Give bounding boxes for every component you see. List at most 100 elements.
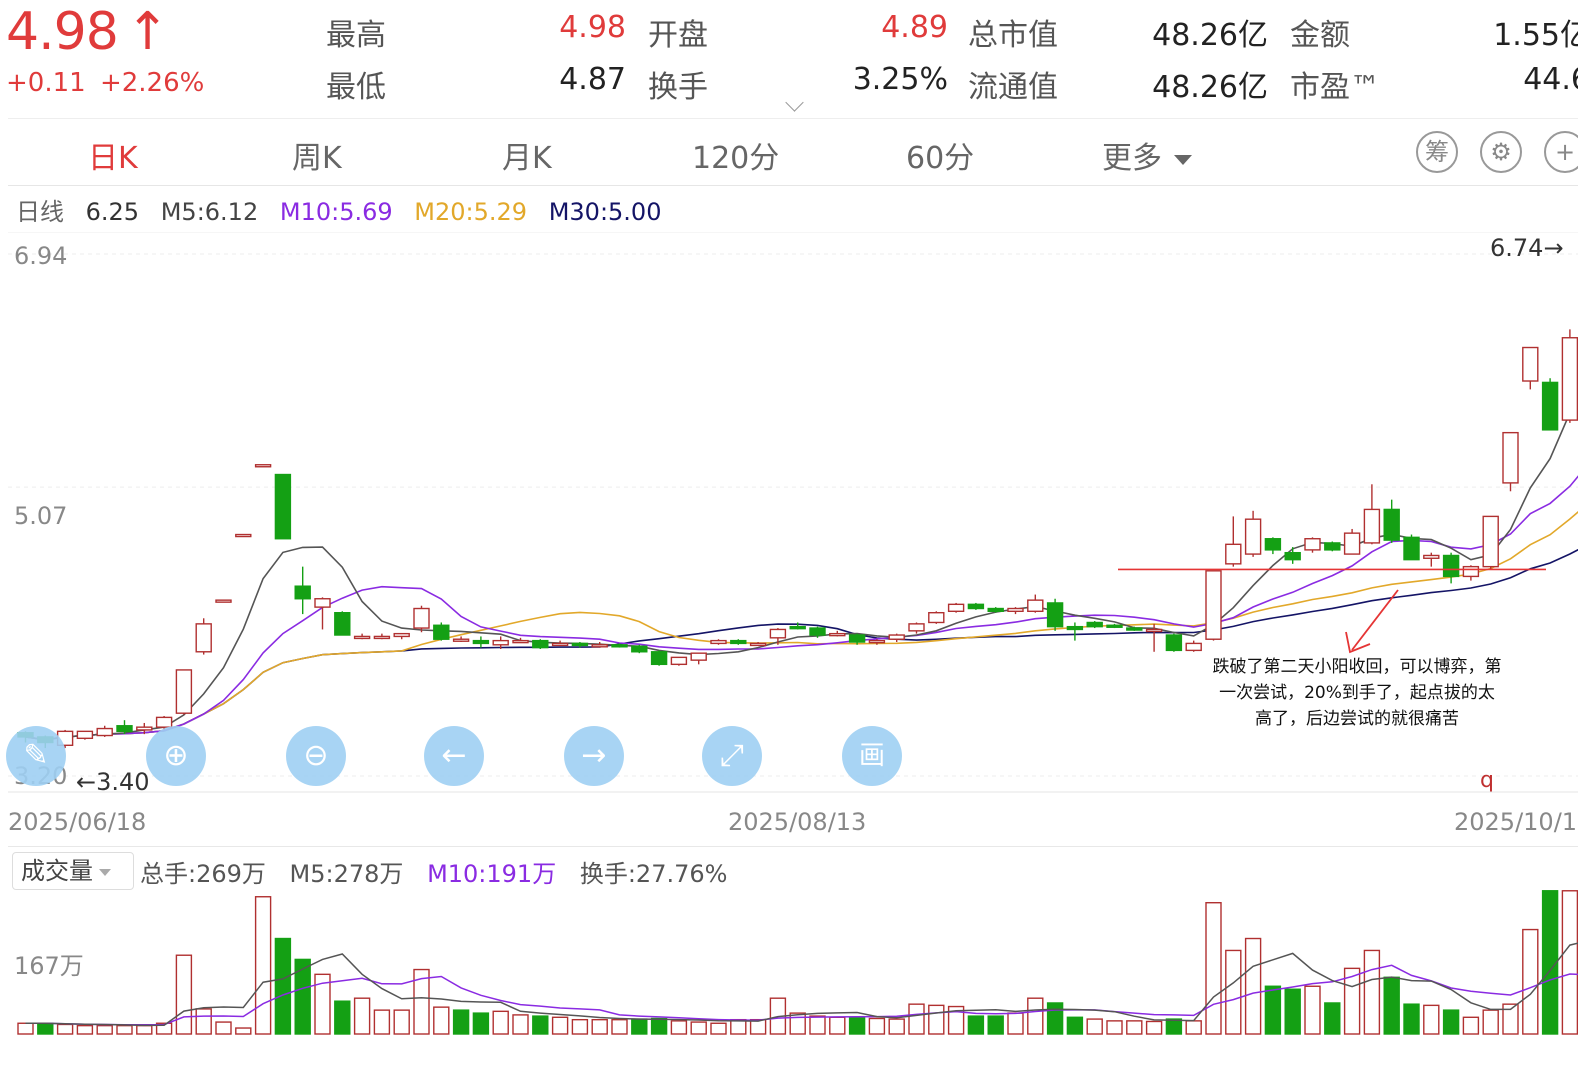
quote-label: 金额 xyxy=(1290,18,1350,53)
candle-body xyxy=(195,623,212,653)
x-tick-start: 2025/06/18 xyxy=(8,808,147,836)
candle-body xyxy=(1284,551,1301,561)
candle-body xyxy=(769,628,787,639)
volume-bar xyxy=(571,1018,589,1035)
candle-body xyxy=(1106,624,1123,628)
quote-value: 44.6 xyxy=(1523,62,1578,97)
ma-legend: 日线 6.25 M5:6.12 M10:5.69 M20:5.29 M30:5.… xyxy=(16,192,675,227)
ma-legend-m20: M20:5.29 xyxy=(414,198,528,226)
y-tick-mid: 5.07 xyxy=(14,502,68,530)
expand-icon[interactable]: ⤢ xyxy=(702,726,762,786)
candle-body xyxy=(492,639,509,646)
volume-bar xyxy=(96,1024,113,1035)
volume-bar xyxy=(809,1015,826,1035)
volume-bar xyxy=(789,1012,806,1035)
quote-value: 4.98 xyxy=(559,10,626,45)
max-price-label: 6.74→ xyxy=(1490,234,1564,262)
candle-body xyxy=(908,623,925,632)
candle-body xyxy=(1165,634,1183,652)
candle-body xyxy=(1561,337,1578,421)
gear-icon[interactable]: ⚙ xyxy=(1480,131,1522,173)
chip-distribution-icon[interactable]: 筹 xyxy=(1416,131,1458,173)
candle-body xyxy=(1343,532,1361,555)
candle-body xyxy=(650,651,668,666)
volume-bar xyxy=(987,1015,1004,1035)
candle-body xyxy=(1403,536,1420,561)
tab-monthly-k[interactable]: 月K xyxy=(502,133,552,177)
volume-bar xyxy=(452,1009,470,1035)
tab-daily-k[interactable]: 日K xyxy=(88,133,138,177)
candle-body xyxy=(1304,538,1321,551)
volume-bar xyxy=(1482,1009,1499,1035)
candle-body xyxy=(868,639,886,644)
volume-bar xyxy=(1423,1004,1440,1035)
volume-bar xyxy=(1304,985,1321,1035)
volume-bar xyxy=(848,1017,866,1035)
candle-body xyxy=(829,632,846,637)
volume-bar xyxy=(888,1018,905,1035)
tab-more[interactable]: 更多 xyxy=(1102,133,1192,177)
x-tick-mid: 2025/08/13 xyxy=(728,808,867,836)
tab-60min[interactable]: 60分 xyxy=(906,133,974,177)
quote-label: 换手 xyxy=(648,70,708,105)
quote-value: 48.26亿 xyxy=(1152,70,1268,105)
volume-bar xyxy=(1027,997,1044,1035)
candle-body xyxy=(1066,625,1084,631)
candle-body xyxy=(888,634,905,640)
candle-body xyxy=(1007,607,1024,613)
ma-legend-m30: M30:5.00 xyxy=(548,198,662,226)
volume-chart[interactable] xyxy=(0,880,1578,1040)
candle-body xyxy=(1264,538,1282,551)
candle-body xyxy=(1225,543,1242,565)
volume-bar xyxy=(76,1024,94,1035)
price-change: +0.11 +2.26% xyxy=(6,68,205,98)
volume-bar xyxy=(1522,928,1539,1035)
arrow-left-icon[interactable]: ← xyxy=(424,726,484,786)
candle-body xyxy=(987,607,1004,613)
quote-label: 最低 xyxy=(326,70,386,105)
volume-bar xyxy=(532,1015,549,1035)
plus-icon[interactable]: + xyxy=(1544,131,1578,173)
candle-body xyxy=(512,639,529,644)
candle-body xyxy=(1363,508,1381,544)
last-price: 4.98 ↑ xyxy=(6,2,169,62)
draw-line-icon[interactable]: ✎ xyxy=(6,726,66,786)
candle-body xyxy=(215,599,232,603)
volume-bar xyxy=(215,1021,232,1035)
candle-body xyxy=(1324,542,1341,551)
volume-bar xyxy=(1106,1020,1123,1035)
candle-body xyxy=(274,473,292,540)
x-tick-end: 2025/10/1 xyxy=(1454,808,1578,836)
volume-bar xyxy=(1462,1016,1480,1035)
annotation-note: 跌破了第二天小阳收回，可以博弈，第一次尝试，20%到手了，起点拔的太高了，后边尝… xyxy=(1212,657,1502,729)
period-tab-bar: 日K 周K 月K 120分 60分 更多 筹 ⚙ + xyxy=(8,118,1578,186)
arrow-right-icon[interactable]: → xyxy=(564,726,624,786)
volume-bar xyxy=(611,1018,628,1035)
tab-weekly-k[interactable]: 周K xyxy=(292,133,342,177)
annotation-arrow xyxy=(1351,589,1399,651)
draw-icon[interactable]: 画 xyxy=(842,726,902,786)
tab-120min[interactable]: 120分 xyxy=(692,133,779,177)
candle-body xyxy=(1126,627,1143,631)
volume-bar xyxy=(136,1024,153,1035)
candle-body xyxy=(1027,599,1044,613)
volume-bar xyxy=(908,1003,925,1035)
candle-body xyxy=(1383,508,1400,541)
volume-bar xyxy=(17,1022,34,1035)
volume-bar xyxy=(1046,1002,1064,1035)
candle-body xyxy=(294,585,311,600)
volume-bar xyxy=(1244,937,1262,1035)
volume-bar xyxy=(868,1017,886,1035)
candle-body xyxy=(413,607,430,629)
volume-bar xyxy=(710,1022,727,1035)
volume-bar xyxy=(512,1014,529,1035)
quote-value: 48.26亿 xyxy=(1152,18,1268,53)
candle-body xyxy=(670,656,688,666)
zoom-out-icon[interactable]: ⊖ xyxy=(286,726,346,786)
quote-value: 3.25% xyxy=(852,62,948,97)
candle-body xyxy=(254,464,272,468)
min-price-label: ←3.40 xyxy=(76,768,150,796)
zoom-in-icon[interactable]: ⊕ xyxy=(146,726,206,786)
volume-bar xyxy=(472,1012,490,1035)
candle-body xyxy=(809,627,826,636)
